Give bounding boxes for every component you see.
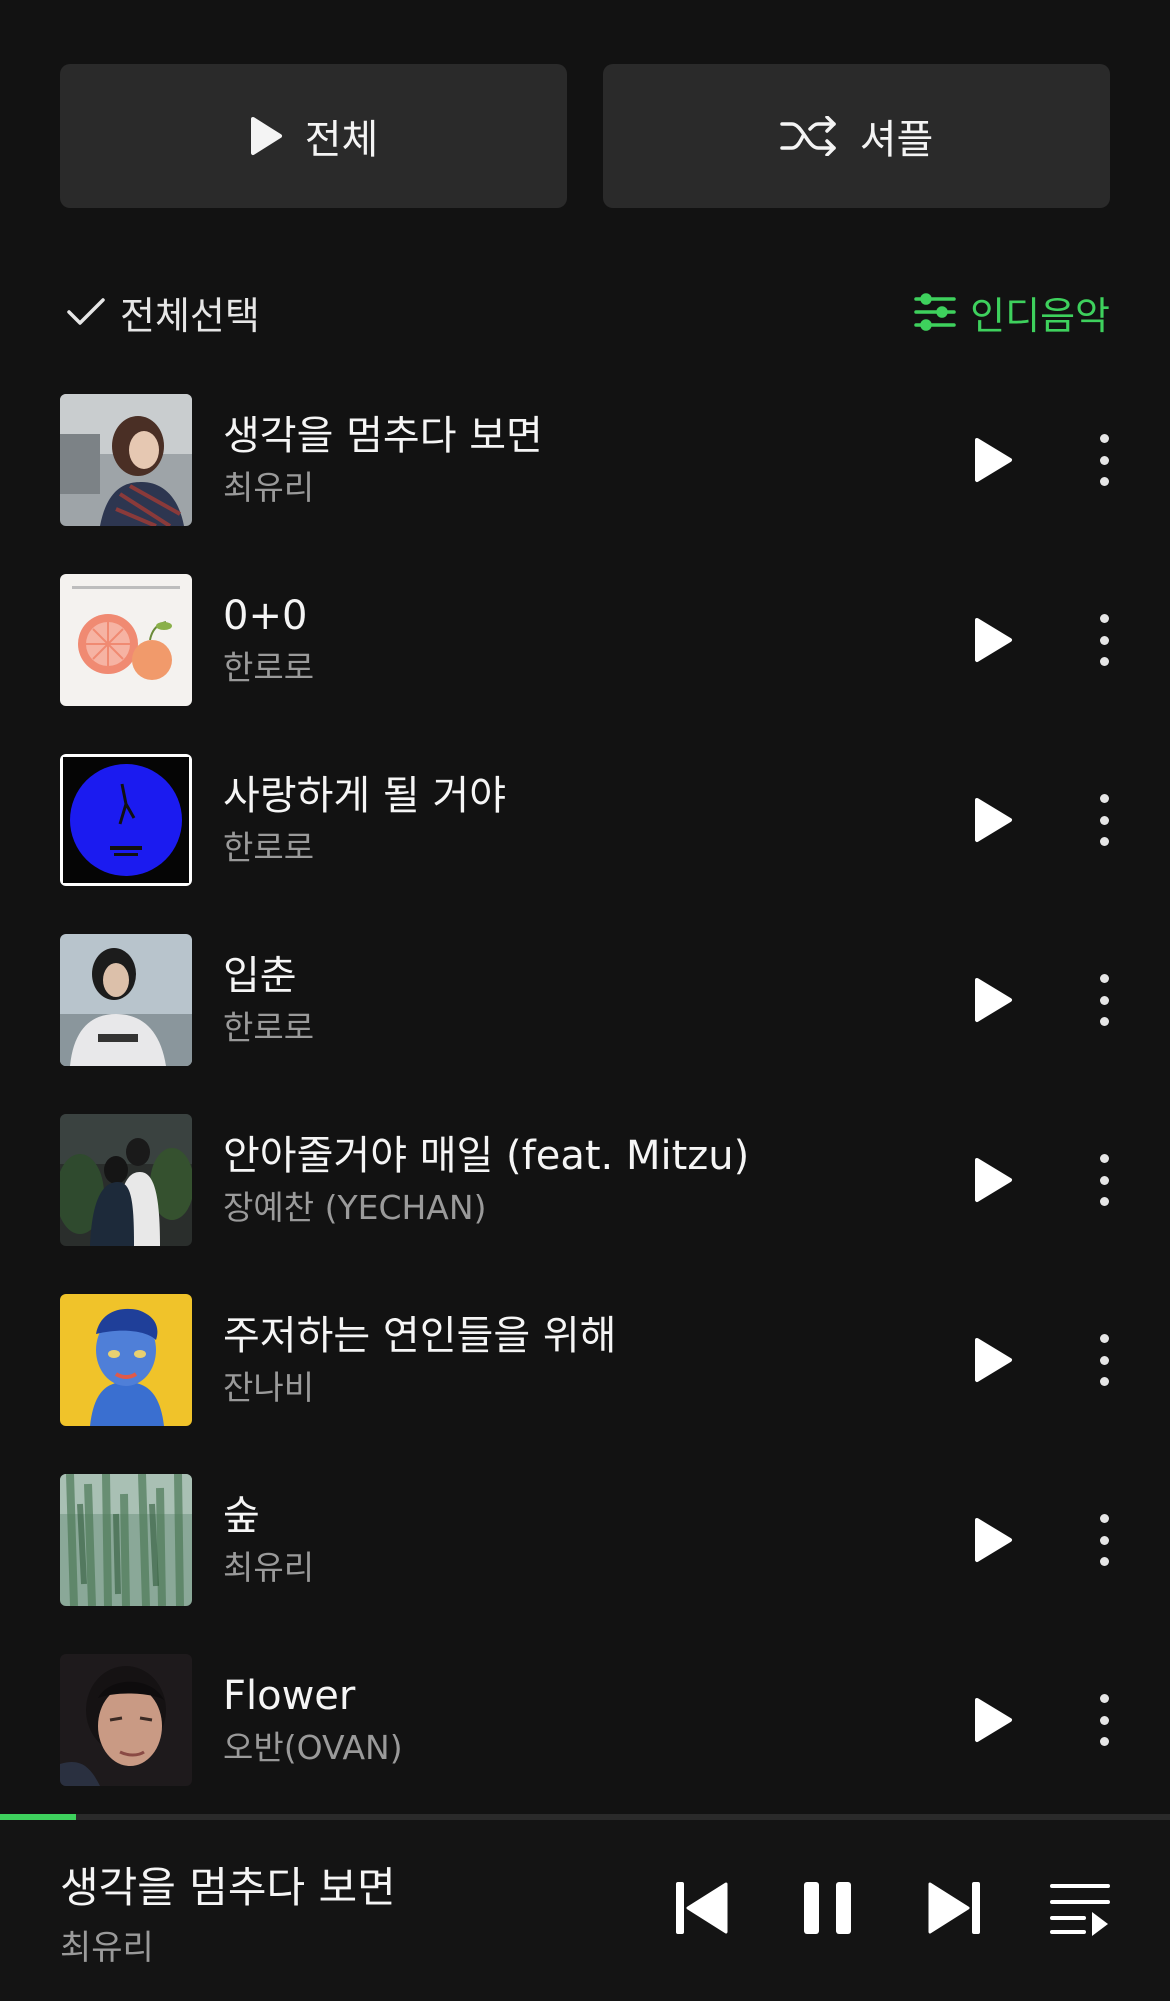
album-art <box>60 1474 192 1606</box>
filter-button[interactable]: 인디음악 <box>914 285 1110 340</box>
play-icon[interactable] <box>968 1336 1016 1384</box>
top-buttons: 전체 셔플 <box>60 64 1110 208</box>
album-art <box>60 754 192 886</box>
pause-icon[interactable] <box>802 1878 854 1938</box>
track-row[interactable]: 입춘 한로로 <box>60 934 1122 1066</box>
more-options-icon[interactable] <box>1092 1154 1116 1206</box>
more-options-icon[interactable] <box>1092 614 1116 666</box>
more-options-icon[interactable] <box>1092 1694 1116 1746</box>
more-options-icon[interactable] <box>1092 434 1116 486</box>
now-playing-title: 생각을 멈추다 보면 <box>60 1863 396 1912</box>
more-options-icon[interactable] <box>1092 1514 1116 1566</box>
album-art <box>60 1294 192 1426</box>
track-row[interactable]: 숲 최유리 <box>60 1474 1122 1606</box>
track-row[interactable]: 주저하는 연인들을 위해 잔나비 <box>60 1294 1122 1426</box>
album-art <box>60 1654 192 1786</box>
track-row[interactable]: 사랑하게 될 거야 한로로 <box>60 754 1122 886</box>
play-icon[interactable] <box>968 976 1016 1024</box>
play-all-button[interactable]: 전체 <box>60 64 567 208</box>
shuffle-button[interactable]: 셔플 <box>603 64 1110 208</box>
track-list: 생각을 멈추다 보면 최유리 0+0 한로로 사랑하게 될 거야 한로로 입춘 … <box>60 394 1122 1834</box>
play-icon[interactable] <box>968 796 1016 844</box>
check-icon <box>67 298 105 325</box>
next-track-icon[interactable] <box>926 1878 982 1938</box>
album-art <box>60 574 192 706</box>
playlist-queue-icon[interactable] <box>1050 1878 1110 1938</box>
select-all-label: 전체선택 <box>120 293 260 338</box>
more-options-icon[interactable] <box>1092 794 1116 846</box>
track-row[interactable]: 0+0 한로로 <box>60 574 1122 706</box>
filter-label: 인디음악 <box>970 293 1110 338</box>
now-playing-artist: 최유리 <box>60 1928 154 1968</box>
play-icon[interactable] <box>968 1156 1016 1204</box>
shuffle-icon <box>779 116 836 156</box>
shuffle-label: 셔플 <box>859 117 934 163</box>
list-header: 전체선택 인디음악 <box>66 282 1110 342</box>
track-row[interactable]: 생각을 멈추다 보면 최유리 <box>60 394 1122 526</box>
album-art <box>60 934 192 1066</box>
album-art <box>60 1114 192 1246</box>
previous-track-icon[interactable] <box>674 1878 730 1938</box>
sliders-icon <box>914 293 956 331</box>
mini-player[interactable]: 생각을 멈추다 보면 최유리 <box>0 1820 1170 2001</box>
play-icon[interactable] <box>968 1516 1016 1564</box>
play-icon[interactable] <box>968 616 1016 664</box>
play-icon[interactable] <box>968 436 1016 484</box>
play-icon <box>250 117 282 155</box>
play-all-label: 전체 <box>304 117 379 163</box>
more-options-icon[interactable] <box>1092 974 1116 1026</box>
track-row[interactable]: 안아줄거야 매일 (feat. Mitzu) 장예찬 (YECHAN) <box>60 1114 1122 1246</box>
track-row[interactable]: Flower 오반(OVAN) <box>60 1654 1122 1786</box>
album-art <box>60 394 192 526</box>
more-options-icon[interactable] <box>1092 1334 1116 1386</box>
play-icon[interactable] <box>968 1696 1016 1744</box>
select-all-button[interactable]: 전체선택 <box>66 285 260 340</box>
